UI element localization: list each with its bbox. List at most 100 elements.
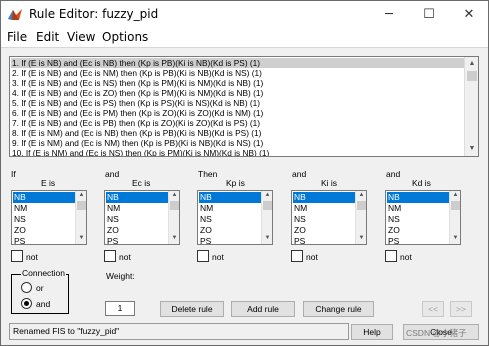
list-item[interactable]: NM <box>106 203 168 214</box>
change-rule-button[interactable]: Change rule <box>303 301 374 317</box>
scroll-down-icon[interactable]: ▼ <box>466 143 478 155</box>
watermark: CSDN @小猪子 <box>406 328 467 338</box>
kd-is-label: Kd is <box>412 178 431 188</box>
menu-edit[interactable]: Edit <box>36 30 59 44</box>
list-item[interactable]: ZO <box>106 225 168 236</box>
scroll-thumb[interactable] <box>467 71 477 81</box>
list-item[interactable]: NS <box>106 214 168 225</box>
scroll-down-icon[interactable]: ▼ <box>170 234 179 243</box>
scroll-up-icon[interactable]: ▲ <box>357 191 366 200</box>
scroll-thumb[interactable] <box>263 201 272 210</box>
list-item[interactable]: NB <box>293 192 355 203</box>
menu-file[interactable]: File <box>7 30 27 44</box>
list-item[interactable]: NS <box>13 214 75 225</box>
list-item[interactable]: NB <box>106 192 168 203</box>
rule-list-scrollbar[interactable]: ▲ ▼ <box>464 57 478 156</box>
kp-listbox[interactable]: NB NM NS ZO PS ▲ ▼ <box>197 190 273 245</box>
ec-not-checkbox[interactable] <box>104 250 116 262</box>
list-item[interactable]: NB <box>387 192 449 203</box>
minimize-button[interactable]: ─ <box>371 1 407 28</box>
e-listbox[interactable]: NB NM NS ZO PS ▲ ▼ <box>11 190 87 245</box>
scroll-down-icon[interactable]: ▼ <box>451 234 460 243</box>
list-item[interactable]: NM <box>293 203 355 214</box>
listbox-scrollbar[interactable]: ▲ ▼ <box>355 191 366 244</box>
list-item[interactable]: NM <box>199 203 261 214</box>
scroll-thumb[interactable] <box>451 201 460 210</box>
kd-not-label: not <box>400 252 412 262</box>
list-item[interactable]: ZO <box>199 225 261 236</box>
rule-item[interactable]: 1. If (E is NB) and (Ec is NB) then (Kp … <box>11 58 465 68</box>
ki-is-label: Ki is <box>321 178 338 188</box>
rule-item[interactable]: 6. If (E is NB) and (Ec is PM) then (Kp … <box>12 108 263 118</box>
add-rule-button[interactable]: Add rule <box>231 301 295 317</box>
list-item[interactable]: NB <box>13 192 75 203</box>
list-item[interactable]: NM <box>13 203 75 214</box>
ki-not-label: not <box>306 252 318 262</box>
editor-body: 1. If (E is NB) and (Ec is NB) then (Kp … <box>1 49 488 345</box>
scroll-thumb[interactable] <box>77 201 86 210</box>
scroll-thumb[interactable] <box>170 201 179 210</box>
menu-options[interactable]: Options <box>102 30 148 44</box>
rule-item[interactable]: 8. If (E is NM) and (Ec is NB) then (Kp … <box>12 128 261 138</box>
scroll-down-icon[interactable]: ▼ <box>263 234 272 243</box>
kp-is-label: Kp is <box>226 178 245 188</box>
delete-rule-button[interactable]: Delete rule <box>160 301 224 317</box>
e-not-checkbox[interactable] <box>11 250 23 262</box>
list-item[interactable]: NS <box>199 214 261 225</box>
listbox-scrollbar[interactable]: ▲ ▼ <box>168 191 179 244</box>
rule-list[interactable]: 1. If (E is NB) and (Ec is NB) then (Kp … <box>9 56 479 157</box>
list-item[interactable]: PS <box>13 236 75 244</box>
weight-input[interactable]: 1 <box>105 301 135 316</box>
listbox-scrollbar[interactable]: ▲ ▼ <box>75 191 86 244</box>
rule-item[interactable]: 9. If (E is NM) and (Ec is NM) then (Kp … <box>12 138 263 148</box>
list-item[interactable]: ZO <box>13 225 75 236</box>
scroll-up-icon[interactable]: ▲ <box>170 191 179 200</box>
rule-item[interactable]: 2. If (E is NB) and (Ec is NM) then (Kp … <box>12 68 262 78</box>
then-label: Then <box>198 169 218 179</box>
scroll-up-icon[interactable]: ▲ <box>263 191 272 200</box>
list-item[interactable]: ZO <box>387 225 449 236</box>
list-item[interactable]: PS <box>293 236 355 244</box>
or-radio[interactable] <box>21 282 32 293</box>
maximize-button[interactable]: ☐ <box>411 1 447 28</box>
list-item[interactable]: NS <box>293 214 355 225</box>
ec-listbox[interactable]: NB NM NS ZO PS ▲ ▼ <box>104 190 180 245</box>
list-item[interactable]: PS <box>106 236 168 244</box>
list-item[interactable]: ZO <box>293 225 355 236</box>
scroll-down-icon[interactable]: ▼ <box>77 234 86 243</box>
ki-listbox[interactable]: NB NM NS ZO PS ▲ ▼ <box>291 190 367 245</box>
scroll-up-icon[interactable]: ▲ <box>77 191 86 200</box>
scroll-down-icon[interactable]: ▼ <box>357 234 366 243</box>
weight-label: Weight: <box>106 271 135 281</box>
listbox-scrollbar[interactable]: ▲ ▼ <box>261 191 272 244</box>
rule-item[interactable]: 3. If (E is NB) and (Ec is NS) then (Kp … <box>12 78 263 88</box>
listbox-scrollbar[interactable]: ▲ ▼ <box>449 191 460 244</box>
list-item[interactable]: PS <box>199 236 261 244</box>
e-is-label: E is <box>41 178 56 188</box>
rule-editor-window: Rule Editor: fuzzy_pid ─ ☐ ✕ File Edit V… <box>0 0 489 346</box>
scroll-thumb[interactable] <box>357 201 366 210</box>
title-bar: Rule Editor: fuzzy_pid ─ ☐ ✕ <box>1 1 488 28</box>
and-label-ec: and <box>105 169 120 179</box>
matlab-app-icon <box>7 7 23 22</box>
scroll-up-icon[interactable]: ▲ <box>451 191 460 200</box>
next-button[interactable]: >> <box>450 301 472 317</box>
list-item[interactable]: NM <box>387 203 449 214</box>
rule-item[interactable]: 5. If (E is NB) and (Ec is PS) then (Kp … <box>12 98 260 108</box>
prev-button[interactable]: << <box>422 301 444 317</box>
list-item[interactable]: PS <box>387 236 449 244</box>
kd-listbox[interactable]: NB NM NS ZO PS ▲ ▼ <box>385 190 461 245</box>
help-button[interactable]: Help <box>351 324 393 340</box>
kd-not-checkbox[interactable] <box>385 250 397 262</box>
rule-item[interactable]: 4. If (E is NB) and (Ec is ZO) then (Kp … <box>12 88 263 98</box>
close-window-button[interactable]: ✕ <box>451 1 487 28</box>
list-item[interactable]: NS <box>387 214 449 225</box>
rule-item[interactable]: 7. If (E is NB) and (Ec is PB) then (Kp … <box>12 118 260 128</box>
ki-not-checkbox[interactable] <box>291 250 303 262</box>
rule-item[interactable]: 10. If (E is NM) and (Ec is NS) then (Kp… <box>12 148 269 156</box>
list-item[interactable]: NB <box>199 192 261 203</box>
and-radio[interactable] <box>21 298 32 309</box>
menu-view[interactable]: View <box>67 30 95 44</box>
kp-not-checkbox[interactable] <box>197 250 209 262</box>
scroll-up-icon[interactable]: ▲ <box>466 58 478 70</box>
